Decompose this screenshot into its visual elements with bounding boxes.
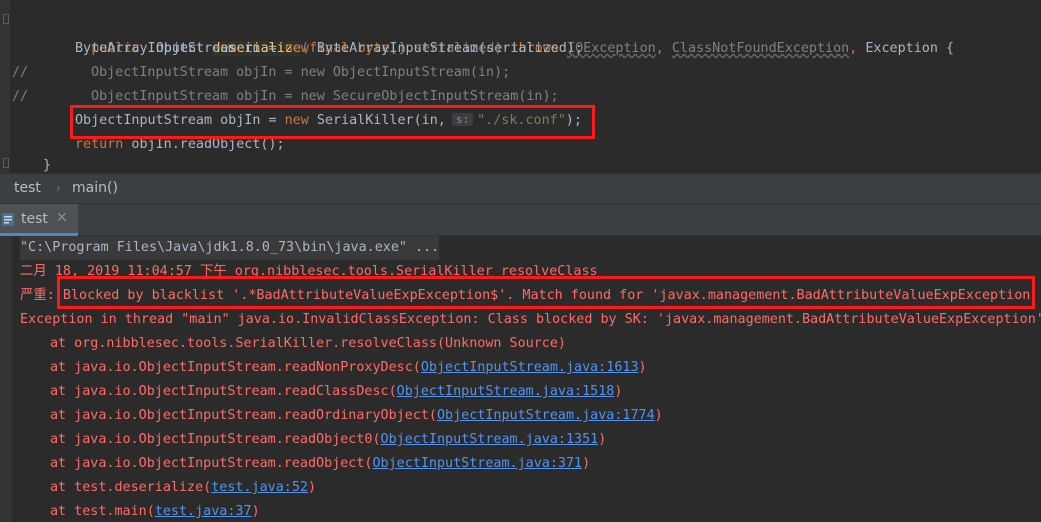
code-line-1: public Object deserialize(final byte[] s… — [0, 13, 954, 56]
source-link[interactable]: ObjectInputStream.java:1774 — [437, 408, 655, 423]
trace-frame: at java.io.ObjectInputStream.readObject0… — [50, 432, 381, 447]
console-severe-line: 严重: Blocked by blacklist '.*BadAttribute… — [20, 284, 1038, 308]
exception-classnotfound: ClassNotFoundException — [671, 41, 850, 56]
string-literal: "./sk.conf" — [477, 113, 566, 128]
trace-suffix: ) — [308, 480, 317, 495]
keyword-new: new — [284, 41, 309, 56]
declaration: ObjectInputStream objIn = — [75, 113, 285, 128]
trace-frame: at org.nibblesec.tools.SerialKiller.reso… — [50, 336, 566, 351]
tab-run-test[interactable]: test ✕ — [0, 204, 78, 236]
keyword-return: return — [75, 137, 124, 152]
source-link[interactable]: ObjectInputStream.java:1351 — [381, 432, 599, 447]
trace-frame: at test.main( — [50, 504, 155, 519]
stack-trace-line: at java.io.ObjectInputStream.readNonProx… — [50, 356, 647, 380]
comma: , — [655, 41, 664, 56]
run-config-icon — [2, 213, 14, 226]
stack-trace-line: at java.io.ObjectInputStream.readObject0… — [50, 428, 606, 452]
stack-trace-line: at test.main(test.java:37) — [50, 500, 260, 522]
code-line-2: ByteArrayInputStream in = new ByteArrayI… — [0, 37, 583, 61]
trace-suffix: ) — [614, 384, 623, 399]
return-expression: objIn.readObject(); — [123, 137, 285, 152]
statement-end: ); — [565, 113, 582, 128]
comment-marker: // — [12, 89, 29, 104]
trace-frame: at test.deserialize( — [50, 480, 212, 495]
breadcrumb-separator-icon: › — [56, 181, 61, 195]
stack-trace-line: at test.deserialize(test.java:52) — [50, 476, 316, 500]
code-line-3: // ObjectInputStream objIn = new ObjectI… — [0, 61, 1041, 85]
keyword-new: new — [284, 113, 309, 128]
close-icon[interactable]: ✕ — [56, 210, 68, 226]
tab-label: test — [21, 211, 48, 227]
trace-frame: at java.io.ObjectInputStream.readNonProx… — [50, 360, 421, 375]
commented-code: ObjectInputStream objIn = new ObjectInpu… — [91, 65, 511, 80]
console-gutter — [0, 236, 12, 522]
source-link[interactable]: ObjectInputStream.java:1613 — [421, 360, 639, 375]
code-editor[interactable]: public Object deserialize(final byte[] s… — [0, 0, 1041, 173]
constructor-call: SerialKiller(in, — [308, 113, 446, 128]
constructor-call: ByteArrayInputStream(serialized); — [308, 41, 583, 56]
breadcrumb: test › main() — [0, 173, 1041, 204]
exception-generic: Exception { — [865, 41, 955, 56]
trace-suffix: ) — [251, 504, 260, 519]
source-link[interactable]: test.java:52 — [211, 480, 308, 495]
breadcrumb-item-class[interactable]: test — [14, 180, 41, 196]
declaration: ByteArrayInputStream in = — [75, 41, 285, 56]
source-link[interactable]: test.java:37 — [155, 504, 252, 519]
comment-marker: // — [12, 65, 29, 80]
trace-frame: at java.io.ObjectInputStream.readClassDe… — [50, 384, 397, 399]
source-link[interactable]: ObjectInputStream.java:371 — [372, 456, 582, 471]
trace-frame: at java.io.ObjectInputStream.readObject( — [50, 456, 373, 471]
comma: , — [849, 41, 858, 56]
console-exception-line: Exception in thread "main" java.io.Inval… — [20, 312, 1041, 327]
breadcrumb-item-method[interactable]: main() — [72, 180, 118, 196]
code-line-4: // ObjectInputStream objIn = new SecureO… — [0, 85, 1041, 109]
severe-message: Blocked by blacklist '.*BadAttributeValu… — [54, 288, 1039, 303]
stack-trace-line: at java.io.ObjectInputStream.readObject(… — [50, 452, 590, 476]
stack-trace-line: at org.nibblesec.tools.SerialKiller.reso… — [50, 332, 566, 356]
console-log-timestamp: 二月 18, 2019 11:04:57 下午 org.nibblesec.to… — [20, 264, 598, 279]
trace-frame: at java.io.ObjectInputStream.readOrdinar… — [50, 408, 437, 423]
code-line-5: ObjectInputStream objIn = new SerialKill… — [0, 109, 582, 133]
console-command-line: "C:\Program Files\Java\jdk1.8.0_73\bin\j… — [20, 236, 440, 260]
trace-suffix: ) — [654, 408, 663, 423]
source-link[interactable]: ObjectInputStream.java:1518 — [397, 384, 615, 399]
trace-suffix: ) — [638, 360, 647, 375]
stack-trace-line: at java.io.ObjectInputStream.readOrdinar… — [50, 404, 663, 428]
run-console[interactable]: "C:\Program Files\Java\jdk1.8.0_73\bin\j… — [0, 236, 1041, 522]
commented-code: ObjectInputStream objIn = new SecureObje… — [91, 89, 559, 104]
parameter-hint: s: — [451, 113, 474, 126]
severe-label: 严重: — [20, 288, 55, 303]
stack-trace-line: at java.io.ObjectInputStream.readClassDe… — [50, 380, 622, 404]
trace-suffix: ) — [582, 456, 591, 471]
run-tool-window-tabs: test ✕ — [0, 204, 1041, 236]
trace-suffix: ) — [598, 432, 607, 447]
